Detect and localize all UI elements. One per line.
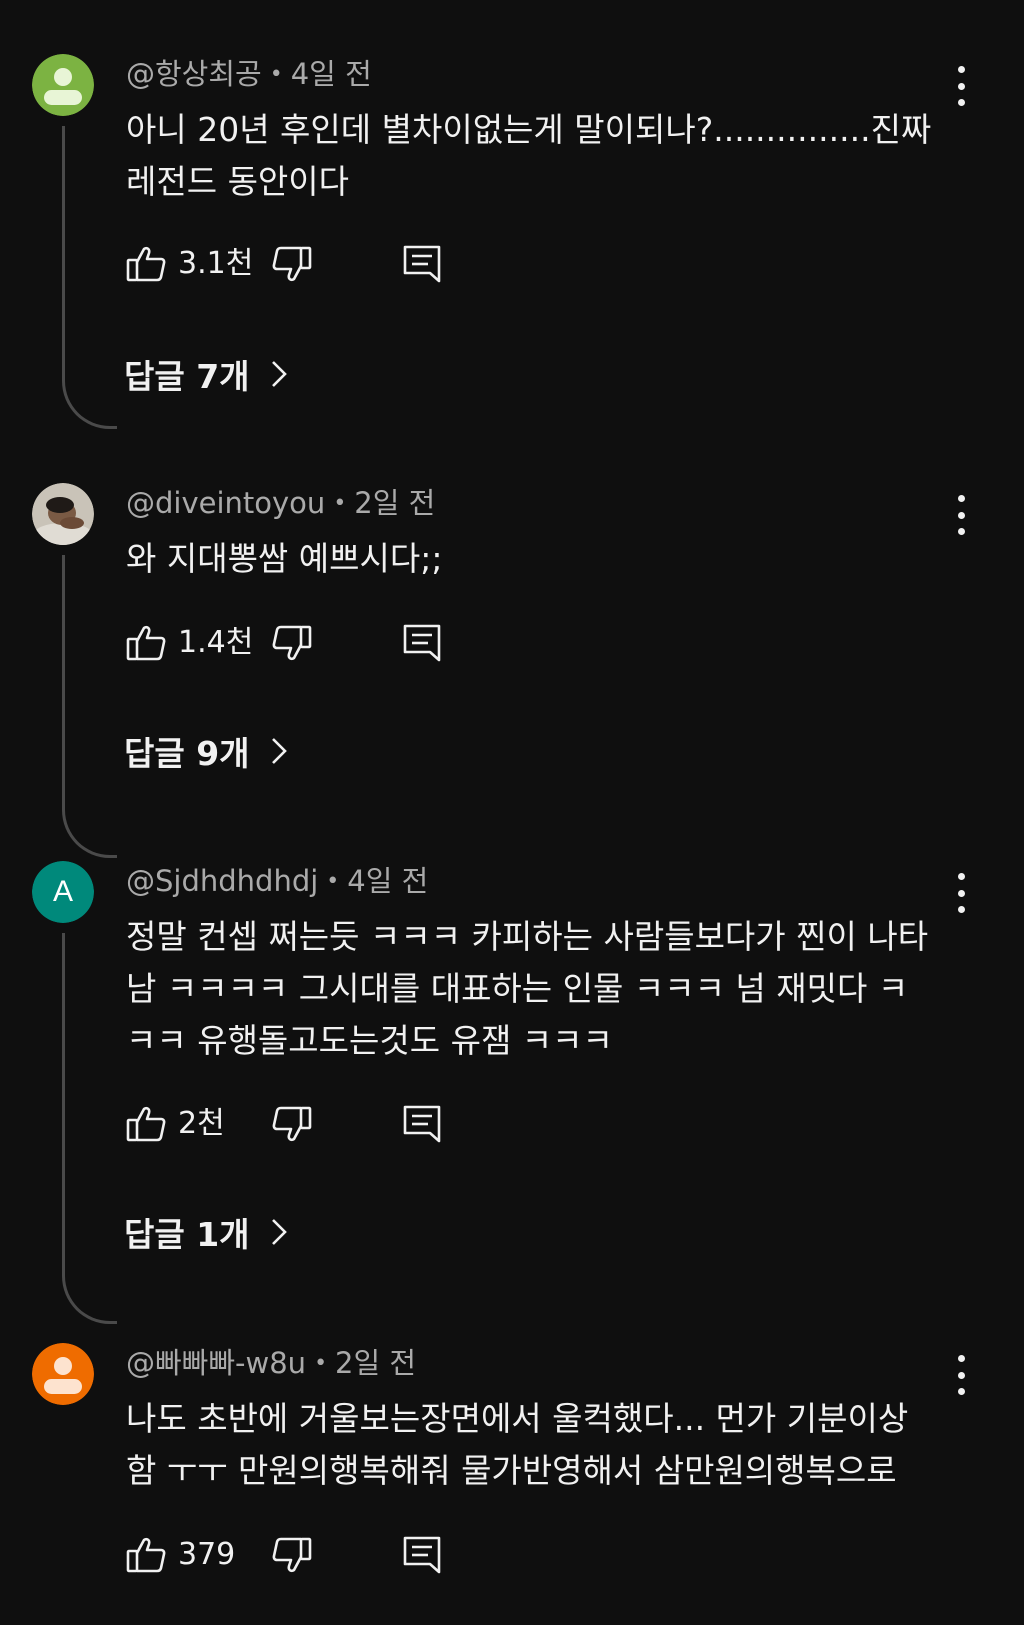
- default-avatar-icon: [32, 1343, 94, 1405]
- reply-thread-line: [62, 933, 117, 1324]
- reply-thread-line: [62, 555, 117, 858]
- replies-label: 답글 1개: [124, 1215, 250, 1254]
- more-options-icon[interactable]: [946, 495, 976, 535]
- separator-dot: •: [333, 491, 347, 516]
- replies-label: 답글 9개: [124, 734, 250, 773]
- like-count: 1.4천: [178, 625, 254, 660]
- reply-icon[interactable]: [402, 623, 442, 663]
- like-icon[interactable]: [126, 1535, 166, 1575]
- avatar[interactable]: [32, 483, 94, 545]
- view-replies-button[interactable]: 답글 1개: [124, 1208, 288, 1256]
- separator-dot: •: [326, 869, 340, 894]
- comment-time[interactable]: 2일 전: [354, 486, 435, 520]
- comment-meta: @diveintoyou • 2일 전: [126, 485, 435, 522]
- comment-meta: @Sjdhdhdhdj • 4일 전: [126, 863, 428, 900]
- like-count: 379: [178, 1537, 236, 1572]
- avatar[interactable]: A: [32, 861, 94, 923]
- avatar[interactable]: [32, 54, 94, 116]
- dislike-icon[interactable]: [272, 623, 312, 663]
- view-replies-button[interactable]: 답글 7개: [124, 350, 288, 398]
- comment-time[interactable]: 4일 전: [291, 57, 372, 91]
- comment-meta: @항상최공 • 4일 전: [126, 56, 372, 93]
- comment-text: 정말 컨셉 쩌는듯 ㅋㅋㅋ 카피하는 사람들보다가 찐이 나타남 ㅋㅋㅋㅋ 그시…: [126, 917, 929, 1060]
- reply-icon[interactable]: [402, 1104, 442, 1144]
- comment-text: 나도 초반에 거울보는장면에서 울컥했다... 먼가 기분이상함 ㅜㅜ 만원의행…: [126, 1399, 909, 1490]
- like-icon[interactable]: [126, 244, 166, 284]
- like-icon[interactable]: [126, 623, 166, 663]
- view-replies-button[interactable]: 답글 9개: [124, 727, 288, 775]
- dislike-icon[interactable]: [272, 244, 312, 284]
- reply-icon[interactable]: [402, 1535, 442, 1575]
- chevron-right-icon: [271, 738, 287, 764]
- chevron-right-icon: [271, 361, 287, 387]
- more-options-icon[interactable]: [946, 66, 976, 106]
- comment-actions: 3.1천: [126, 242, 456, 286]
- comment-time[interactable]: 2일 전: [335, 1346, 416, 1380]
- separator-dot: •: [269, 62, 283, 87]
- comment-author[interactable]: @항상최공: [126, 57, 262, 91]
- avatar-letter: A: [32, 861, 94, 923]
- comment-author[interactable]: @Sjdhdhdhdj: [126, 864, 318, 898]
- comment-meta: @빠빠빠-w8u • 2일 전: [126, 1345, 416, 1382]
- more-options-icon[interactable]: [946, 873, 976, 913]
- comment-time[interactable]: 4일 전: [347, 864, 428, 898]
- default-avatar-icon: [32, 54, 94, 116]
- dislike-icon[interactable]: [272, 1104, 312, 1144]
- like-count: 2천: [178, 1106, 225, 1141]
- comment-author[interactable]: @diveintoyou: [126, 486, 325, 520]
- like-icon[interactable]: [126, 1104, 166, 1144]
- comment-text: 와 지대뽕쌈 예쁘시다;;: [126, 539, 443, 578]
- comment-actions: 379: [126, 1533, 456, 1577]
- chevron-right-icon: [271, 1219, 287, 1245]
- replies-label: 답글 7개: [124, 357, 250, 396]
- comment-actions: 1.4천: [126, 621, 456, 665]
- avatar[interactable]: [32, 1343, 94, 1405]
- comment-actions: 2천: [126, 1102, 456, 1146]
- profile-photo-icon: [32, 483, 94, 545]
- comment-text: 아니 20년 후인데 별차이없는게 말이되나?...............진짜…: [126, 110, 932, 201]
- reply-icon[interactable]: [402, 244, 442, 284]
- separator-dot: •: [314, 1351, 328, 1376]
- comment-author[interactable]: @빠빠빠-w8u: [126, 1346, 306, 1380]
- reply-thread-line: [62, 126, 117, 429]
- dislike-icon[interactable]: [272, 1535, 312, 1575]
- like-count: 3.1천: [178, 246, 254, 281]
- more-options-icon[interactable]: [946, 1355, 976, 1395]
